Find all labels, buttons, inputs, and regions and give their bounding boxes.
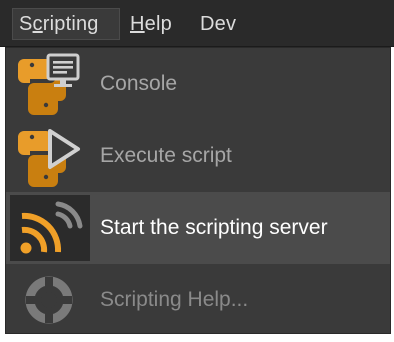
menu-scripting-prefix: S	[19, 12, 33, 35]
menu-help-mnemonic: H	[130, 12, 145, 35]
menu-bar: Sc ripting Help Dev	[0, 0, 394, 47]
python-console-icon	[6, 48, 92, 120]
menu-dev[interactable]: Dev	[194, 8, 242, 40]
menu-dev-label: Dev	[200, 12, 237, 35]
menu-help-suffix: elp	[144, 12, 172, 35]
menu-scripting-mnemonic: c	[32, 12, 43, 35]
broadcast-signal-icon	[10, 195, 90, 261]
start-scripting-server-label: Start the scripting server	[100, 216, 328, 239]
menu-scripting[interactable]: Sc ripting	[12, 8, 120, 40]
menu-item-console[interactable]: Console	[6, 48, 390, 120]
console-label: Console	[100, 72, 178, 95]
menu-item-execute-script[interactable]: Execute script	[6, 120, 390, 192]
menu-item-scripting-help[interactable]: Scripting Help...	[6, 264, 390, 336]
scripting-dropdown-menu: Console Execute script Start the scripti	[5, 47, 391, 334]
execute-script-label: Execute script	[100, 144, 232, 167]
menu-scripting-suffix: ripting	[42, 12, 99, 35]
help-lifebuoy-icon	[6, 264, 92, 336]
python-execute-icon	[6, 120, 92, 192]
scripting-help-label: Scripting Help...	[100, 288, 249, 311]
menu-item-start-scripting-server[interactable]: Start the scripting server	[6, 192, 390, 264]
menu-help[interactable]: Help	[124, 8, 178, 40]
